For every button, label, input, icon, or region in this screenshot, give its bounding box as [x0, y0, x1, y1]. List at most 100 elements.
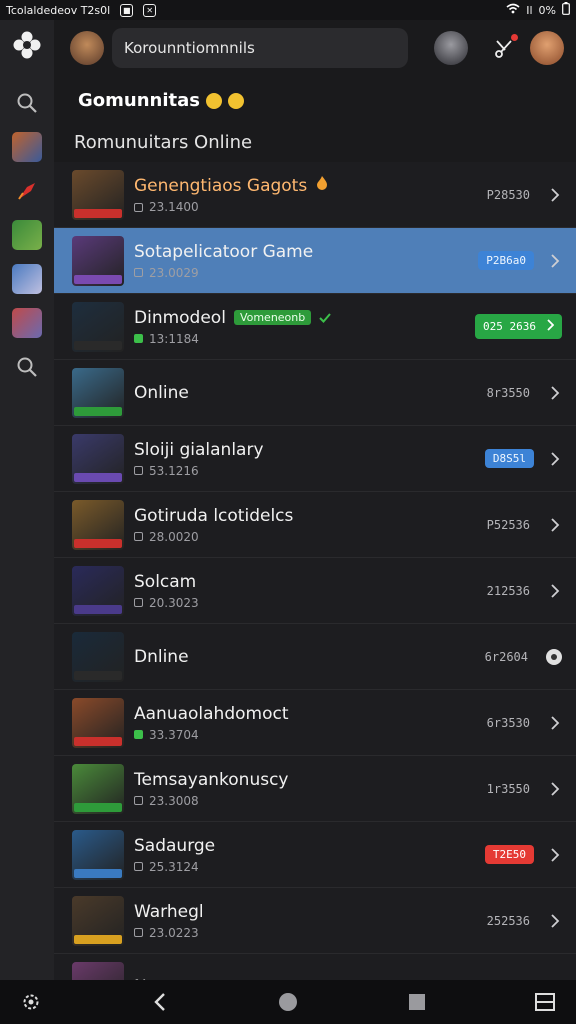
search-input[interactable]: Korounntiomnnils [112, 28, 408, 68]
rail-game-1[interactable] [12, 132, 42, 162]
settings-gear-icon[interactable] [16, 987, 46, 1017]
list-item[interactable]: Warhegl 23.0223 252536 [54, 888, 576, 954]
status-pill[interactable]: D8S5l [484, 449, 534, 468]
list-item-title: Gotiruda lcotidelcs [134, 505, 294, 526]
list-item-subline: 23.0029 [134, 266, 478, 280]
member-icon [134, 862, 143, 871]
list-item-members: 53.1216 [149, 463, 199, 478]
friend-avatar[interactable] [434, 31, 468, 65]
thumbnail-logo-strip [74, 736, 122, 746]
thumbnail-logo-strip [74, 472, 122, 482]
more-options-icon[interactable] [546, 648, 562, 665]
list-item[interactable]: Noatone0r2536 [54, 954, 576, 980]
list-item-title-line: Sloiji gialanlary [134, 440, 485, 460]
list-item-title-line: Solcam [134, 572, 487, 592]
list-item[interactable]: Sloiji gialanlary 53.1216 D8S5l [54, 426, 576, 492]
list-item-title: Aanuaolahdomoct [134, 703, 289, 724]
checkmark-icon [319, 308, 332, 328]
chevron-right-icon[interactable] [548, 913, 562, 928]
member-icon [134, 466, 143, 475]
chevron-right-icon[interactable] [548, 715, 562, 730]
game-thumbnail [72, 697, 124, 748]
list-item-meta: Solcam 20.3023 [134, 572, 487, 610]
rocket-icon[interactable] [12, 176, 42, 206]
thumbnail-logo-strip [74, 208, 122, 218]
chevron-right-icon[interactable] [548, 781, 562, 796]
list-item-meta: Sloiji gialanlary 53.1216 [134, 440, 485, 478]
chevron-right-icon[interactable] [548, 517, 562, 532]
thumbnail-logo-strip [74, 802, 122, 812]
list-item-title-line: Temsayankonuscy [134, 770, 487, 790]
notifications-button[interactable] [486, 30, 522, 66]
search-icon[interactable] [12, 88, 42, 118]
list-item[interactable]: Gotiruda lcotidelcs 28.0020 P52536 [54, 492, 576, 558]
window-icon[interactable] [530, 987, 560, 1017]
list-item-subline: 25.3124 [134, 860, 485, 874]
search-icon-secondary[interactable] [12, 352, 42, 382]
list-item-meta: Warhegl 23.0223 [134, 902, 487, 940]
user-avatar[interactable] [70, 31, 104, 65]
status-pill-label: P2B6a0 [486, 254, 526, 267]
chevron-right-icon [546, 319, 555, 334]
chevron-right-icon[interactable] [548, 187, 562, 202]
thumbnail-logo-strip [74, 934, 122, 944]
game-thumbnail [72, 631, 124, 682]
list-item-title: Solcam [134, 571, 197, 592]
profile-avatar[interactable] [530, 31, 564, 65]
status-pill[interactable]: P2B6a0 [478, 251, 534, 270]
thumbnail-logo-strip [74, 274, 122, 284]
check-box-icon [134, 730, 143, 739]
game-thumbnail [72, 433, 124, 484]
recents-icon[interactable] [402, 987, 432, 1017]
list-item-meta: Sadaurge 25.3124 [134, 836, 485, 874]
list-item[interactable]: Dinmodeol Vomeneonb 13:1184 025 2636 [54, 294, 576, 360]
list-item[interactable]: Temsayankonuscy 23.3008 1r3550 [54, 756, 576, 822]
game-thumbnail [72, 235, 124, 286]
member-icon [134, 598, 143, 607]
back-icon[interactable] [145, 987, 175, 1017]
list-item-subline: 28.0020 [134, 530, 487, 544]
chevron-right-icon[interactable] [548, 385, 562, 400]
app-logo-icon[interactable] [12, 30, 42, 60]
list-item-title: Warhegl [134, 901, 204, 922]
list-item-count: P52536 [486, 517, 530, 532]
list-item-members: 33.3704 [149, 727, 199, 742]
chevron-right-icon[interactable] [548, 583, 562, 598]
list-item[interactable]: Sadaurge 25.3124 T2E50 [54, 822, 576, 888]
rail-game-2[interactable] [12, 220, 42, 250]
chevron-right-icon[interactable] [548, 253, 562, 268]
chevron-right-icon[interactable] [548, 847, 562, 862]
list-item-count: 6r3530 [486, 715, 530, 730]
chevron-right-icon[interactable] [548, 451, 562, 466]
list-item[interactable]: Genengtiaos Gagots 23.1400 P28530 [54, 162, 576, 228]
list-item[interactable]: Dnline 6r2604 [54, 624, 576, 690]
status-pill[interactable]: T2E50 [484, 845, 534, 864]
list-item-title: Sadaurge [134, 835, 216, 856]
list-item-title-line: Genengtiaos Gagots [134, 175, 487, 196]
home-icon[interactable] [273, 987, 303, 1017]
list-item-title-line: Sadaurge [134, 836, 485, 856]
list-item-members: 28.0020 [149, 529, 199, 544]
thumbnail-logo-strip [74, 604, 122, 614]
thumbnail-logo-strip [74, 538, 122, 548]
top-bar: Korounntiomnnils [54, 20, 576, 76]
status-pill[interactable]: 025 2636 [475, 314, 562, 339]
list-item-subline: 13:1184 [134, 332, 475, 346]
list-item-title-line: Gotiruda lcotidelcs [134, 506, 487, 526]
battery-text: 0% [538, 3, 556, 17]
list-item-meta: Gotiruda lcotidelcs 28.0020 [134, 506, 487, 544]
rail-game-4[interactable] [12, 308, 42, 338]
list-item-subline: 53.1216 [134, 464, 485, 478]
list-item-members: 13:1184 [149, 331, 199, 346]
verified-badge: Vomeneonb [233, 310, 312, 325]
list-item[interactable]: Online 8r3550 [54, 360, 576, 426]
list-item[interactable]: Aanuaolahdomoct 33.3704 6r3530 [54, 690, 576, 756]
list-item-title: Online [134, 382, 189, 403]
list-item[interactable]: Solcam 20.3023 212536 [54, 558, 576, 624]
game-thumbnail [72, 169, 124, 220]
list-item[interactable]: Sotapelicatoor Game 23.0029 P2B6a0 [54, 228, 576, 294]
list-item-meta: Dnline [134, 647, 485, 667]
list-item-title: Dnline [134, 646, 189, 667]
rail-game-3[interactable] [12, 264, 42, 294]
list-item-meta: Online [134, 383, 487, 403]
